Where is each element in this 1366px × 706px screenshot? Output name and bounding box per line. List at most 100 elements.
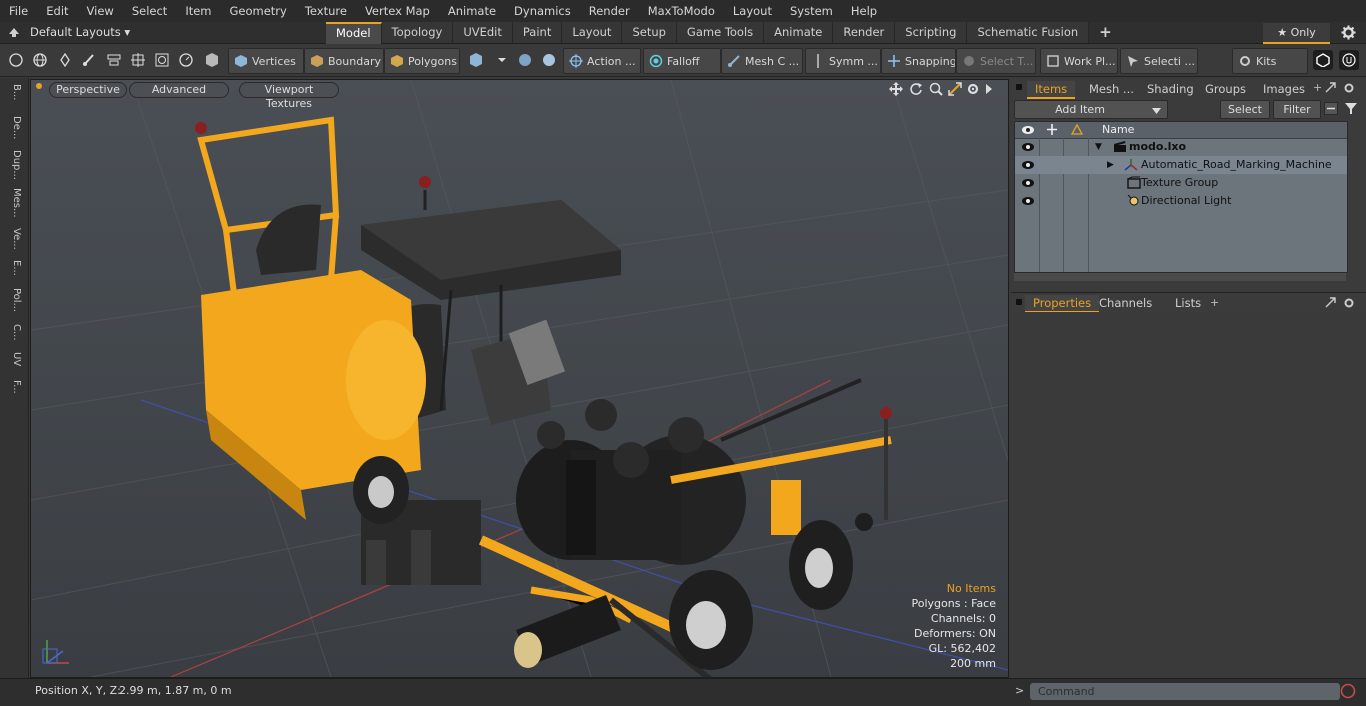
- command-input[interactable]: Command: [1030, 683, 1340, 700]
- left-tab-curve[interactable]: C...: [4, 324, 22, 341]
- filter-button[interactable]: Filter: [1273, 100, 1321, 119]
- panel-settings-gear-icon[interactable]: [1343, 297, 1355, 312]
- rotate-view-icon[interactable]: [909, 82, 923, 99]
- tab-setup[interactable]: Setup: [622, 22, 677, 43]
- menu-help[interactable]: Help: [842, 0, 886, 22]
- circle-select-icon[interactable]: [6, 50, 26, 70]
- tree-row-scene[interactable]: ▼ modo.lxo: [1015, 138, 1347, 156]
- vertices-button[interactable]: Vertices: [228, 48, 304, 74]
- kits-button[interactable]: Kits: [1232, 48, 1308, 74]
- symmetry-button[interactable]: Symm ...: [805, 48, 881, 74]
- viewport-dot-icon[interactable]: [36, 83, 42, 89]
- tab-shading[interactable]: Shading: [1139, 81, 1202, 97]
- viewport-menu-arrow-icon[interactable]: [985, 84, 993, 97]
- advanced-button[interactable]: Advanced: [129, 82, 229, 98]
- viewport-settings-gear-icon[interactable]: [966, 82, 980, 99]
- add-panel-tab-icon[interactable]: +: [1210, 296, 1219, 309]
- chevron-down-icon[interactable]: [492, 50, 512, 70]
- left-tab-fusion[interactable]: F...: [4, 380, 22, 394]
- menu-texture[interactable]: Texture: [296, 0, 356, 22]
- action-center-button[interactable]: Action ...: [563, 48, 641, 74]
- tab-animate[interactable]: Animate: [764, 22, 834, 43]
- menu-layout[interactable]: Layout: [724, 0, 781, 22]
- menu-dynamics[interactable]: Dynamics: [505, 0, 580, 22]
- layout-arrow-icon[interactable]: [8, 26, 20, 41]
- pen-icon[interactable]: [55, 50, 75, 70]
- tab-properties[interactable]: Properties: [1025, 295, 1100, 313]
- lock-header-icon[interactable]: [1045, 123, 1059, 139]
- tab-channels[interactable]: Channels: [1091, 295, 1160, 311]
- perspective-button[interactable]: Perspective: [49, 82, 127, 98]
- mesh-constraint-button[interactable]: Mesh C ...: [721, 48, 803, 74]
- tree-row-directional-light[interactable]: Directional Light: [1015, 192, 1347, 210]
- 3d-viewport[interactable]: Perspective Advanced Viewport Textures N…: [30, 79, 1009, 678]
- tree-row-texture-group[interactable]: Texture Group: [1015, 174, 1347, 192]
- left-tab-vertex[interactable]: Ve...: [4, 228, 22, 250]
- select-button[interactable]: Select: [1220, 100, 1270, 119]
- record-icon[interactable]: [1340, 683, 1356, 702]
- boundary-button[interactable]: Boundary: [304, 48, 384, 74]
- item-mode-icon[interactable]: [202, 50, 222, 70]
- add-tab-button[interactable]: +: [1089, 22, 1122, 43]
- tab-images[interactable]: Images: [1255, 81, 1313, 97]
- menu-system[interactable]: System: [781, 0, 842, 22]
- viewport-textures-button[interactable]: Viewport Textures: [239, 82, 339, 110]
- menu-select[interactable]: Select: [123, 0, 176, 22]
- zoom-view-icon[interactable]: [929, 82, 943, 99]
- expand-panel-icon[interactable]: [1325, 82, 1336, 96]
- tab-items[interactable]: Items: [1027, 81, 1076, 99]
- menu-view[interactable]: View: [78, 0, 123, 22]
- menu-vertex-map[interactable]: Vertex Map: [356, 0, 439, 22]
- material-icon[interactable]: [466, 50, 486, 70]
- select-through-button[interactable]: Select T...: [956, 48, 1036, 74]
- add-panel-tab-icon[interactable]: +: [1313, 81, 1322, 94]
- tab-schematic-fusion[interactable]: Schematic Fusion: [967, 22, 1090, 43]
- snap-b-icon[interactable]: [539, 50, 559, 70]
- tab-render[interactable]: Render: [833, 22, 896, 43]
- move-view-icon[interactable]: [889, 82, 903, 99]
- panel-grip-icon[interactable]: [1016, 84, 1022, 90]
- panel-settings-gear-icon[interactable]: [1343, 82, 1355, 97]
- expand-arrow-icon[interactable]: ▼: [1095, 138, 1102, 156]
- tab-model[interactable]: Model: [326, 22, 382, 45]
- menu-render[interactable]: Render: [580, 0, 639, 22]
- left-tab-deform[interactable]: De...: [4, 116, 22, 139]
- snapping-button[interactable]: Snapping: [881, 48, 956, 74]
- left-tab-polygon[interactable]: Pol...: [4, 288, 22, 312]
- left-tab-basic[interactable]: B...: [4, 84, 22, 100]
- left-tab-mesh-edit[interactable]: Mes...: [4, 188, 22, 218]
- add-item-dropdown[interactable]: Add Item: [1014, 100, 1168, 119]
- left-tab-uv[interactable]: UV: [4, 352, 22, 366]
- menu-file[interactable]: File: [0, 0, 37, 22]
- menu-maxtomodo[interactable]: MaxToModo: [639, 0, 724, 22]
- filter-funnel-icon[interactable]: [1344, 102, 1358, 118]
- selection-sets-button[interactable]: Selecti ...: [1120, 48, 1198, 74]
- left-tab-edge[interactable]: E...: [4, 260, 22, 276]
- timer-icon[interactable]: [176, 50, 196, 70]
- globe-icon[interactable]: [30, 50, 50, 70]
- tab-topology[interactable]: Topology: [381, 22, 454, 43]
- tree-row-mesh[interactable]: ▶ Automatic_Road_Marking_Machine: [1015, 156, 1347, 174]
- element-icon[interactable]: [152, 50, 172, 70]
- tab-uvedit[interactable]: UVEdit: [453, 22, 513, 43]
- fit-view-icon[interactable]: [948, 82, 962, 99]
- render-header-icon[interactable]: [1070, 123, 1084, 139]
- only-button[interactable]: ★ Only: [1263, 23, 1330, 44]
- center-icon[interactable]: [128, 50, 148, 70]
- tab-layout[interactable]: Layout: [562, 22, 623, 43]
- menu-edit[interactable]: Edit: [37, 0, 77, 22]
- menu-animate[interactable]: Animate: [439, 0, 505, 22]
- collapse-icon[interactable]: [1324, 102, 1338, 118]
- expand-arrow-icon[interactable]: ▶: [1107, 156, 1114, 174]
- visibility-eye-icon[interactable]: [1021, 195, 1035, 213]
- tab-scripting[interactable]: Scripting: [895, 22, 968, 43]
- name-column-header[interactable]: Name: [1102, 123, 1134, 136]
- work-plane-button[interactable]: Work Pl...: [1040, 48, 1118, 74]
- panel-grip-icon[interactable]: [1016, 299, 1022, 305]
- menu-item[interactable]: Item: [176, 0, 220, 22]
- polygons-button[interactable]: Polygons: [384, 48, 460, 74]
- tab-paint[interactable]: Paint: [512, 22, 563, 43]
- tab-game-tools[interactable]: Game Tools: [676, 22, 765, 43]
- visibility-header-icon[interactable]: [1021, 124, 1035, 139]
- expand-panel-icon[interactable]: [1325, 297, 1336, 311]
